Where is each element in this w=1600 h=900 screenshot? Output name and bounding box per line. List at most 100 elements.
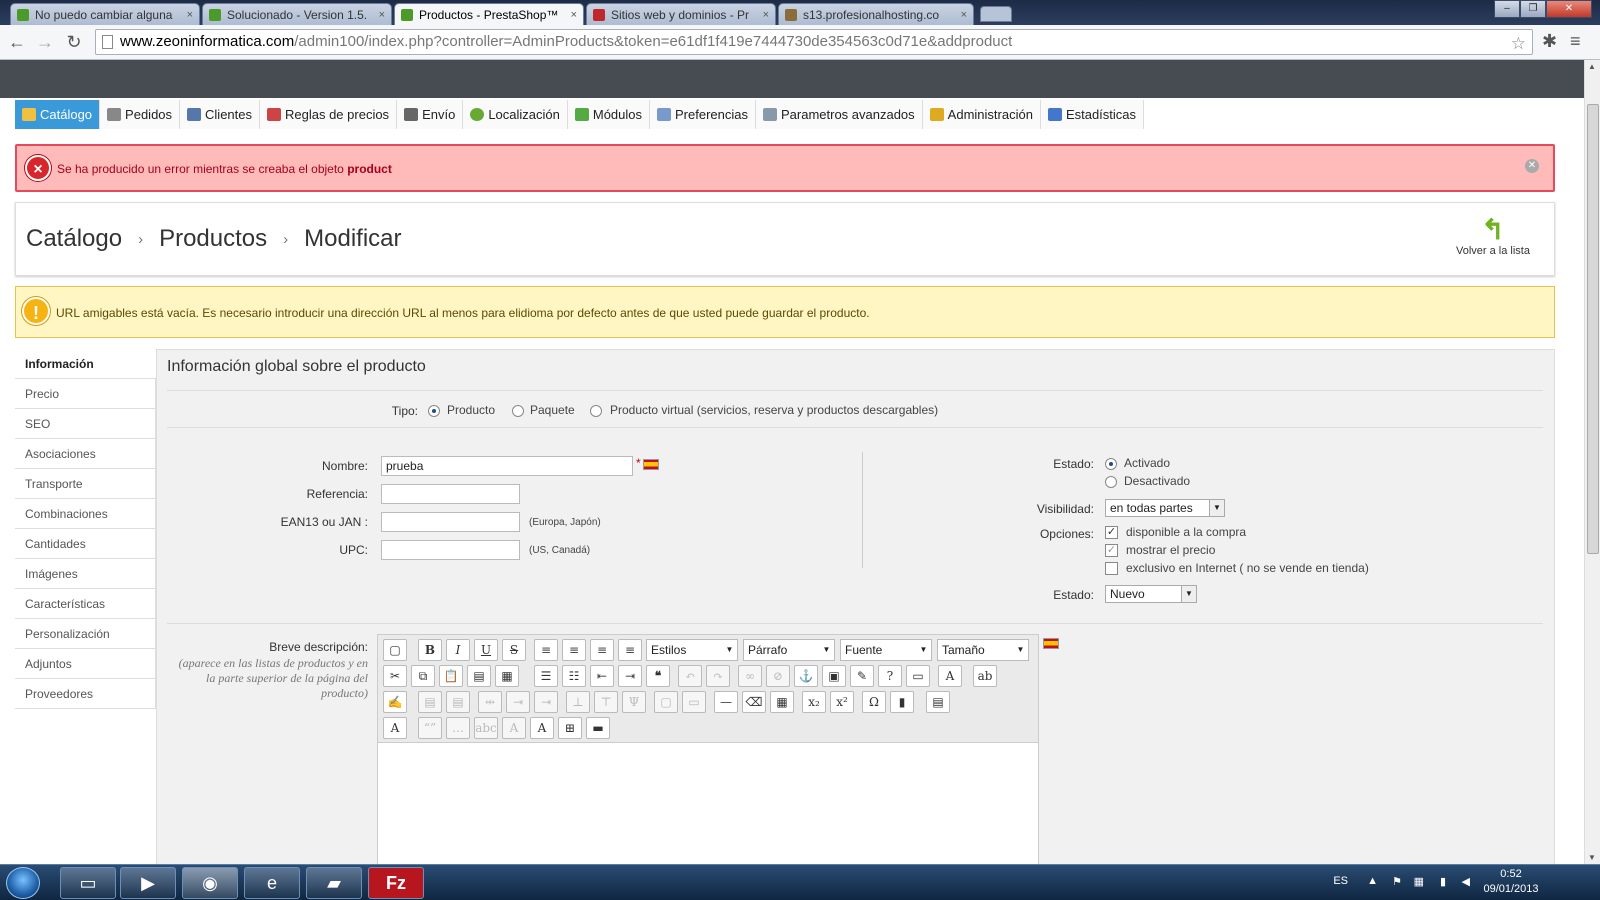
folder-icon[interactable]: ▰ — [306, 867, 362, 899]
paste-icon[interactable]: 📋 — [439, 665, 463, 687]
menu-item-envio[interactable]: Envío — [397, 100, 464, 129]
tipo-virtual-radio[interactable] — [590, 405, 602, 417]
scrollbar-thumb[interactable] — [1587, 104, 1599, 554]
page-scrollbar[interactable]: ▲ ▼ — [1584, 60, 1600, 864]
image-icon[interactable]: ▣ — [822, 665, 846, 687]
explorer-icon[interactable]: ▭ — [60, 867, 116, 899]
mostrar-precio-checkbox[interactable]: ✓ — [1105, 544, 1118, 557]
estado-activado-radio[interactable] — [1105, 458, 1117, 470]
product-tab-transporte[interactable]: Transporte — [15, 469, 156, 499]
spain-flag-icon[interactable] — [643, 459, 659, 470]
restore-icon[interactable]: ❐ — [1520, 0, 1546, 18]
paste-word-icon[interactable]: ▦ — [495, 665, 519, 687]
underline-button[interactable]: U — [474, 639, 498, 661]
product-tab-asociaciones[interactable]: Asociaciones — [15, 439, 156, 469]
paste-text-icon[interactable]: ▤ — [467, 665, 491, 687]
align-justify-icon[interactable]: ≡ — [618, 639, 642, 661]
styles-select[interactable]: Estilos ▼ — [646, 639, 738, 661]
blockquote-icon[interactable]: ❝ — [646, 665, 670, 687]
insert-media-icon[interactable]: ▭ — [906, 665, 930, 687]
product-tab-cantidades[interactable]: Cantidades — [15, 529, 156, 559]
filezilla-icon[interactable]: Fz — [368, 867, 424, 899]
product-tab-precio[interactable]: Precio — [15, 379, 156, 409]
minimize-icon[interactable]: – — [1494, 0, 1520, 18]
scroll-down-icon[interactable]: ▼ — [1588, 853, 1596, 862]
font-styles-icon[interactable]: A — [383, 717, 407, 739]
new-tab-button[interactable] — [980, 6, 1012, 22]
chrome-icon[interactable]: ◉ — [182, 867, 238, 899]
star-icon[interactable]: ☆ — [1511, 32, 1526, 54]
extension-icon[interactable]: ✱ — [1542, 31, 1557, 52]
close-icon[interactable]: ✕ — [1525, 159, 1539, 173]
redo-icon[interactable]: ↷ — [706, 665, 730, 687]
indent-icon[interactable]: ⇥ — [618, 665, 642, 687]
browser-tab-active[interactable]: Productos - PrestaShop™ × — [394, 3, 584, 25]
styleprops-icon[interactable]: ✍ — [383, 691, 407, 713]
forward-icon[interactable]: → — [34, 31, 56, 53]
table-cell-props-icon[interactable]: ▭ — [682, 691, 706, 713]
show-hidden-icons-icon[interactable]: ▲ — [1367, 875, 1378, 887]
close-tab-icon[interactable]: × — [187, 9, 193, 21]
align-center-icon[interactable]: ≡ — [562, 639, 586, 661]
browser-tab[interactable]: s13.profesionalhosting.co × — [778, 3, 974, 25]
close-tab-icon[interactable]: × — [379, 9, 385, 21]
format-select[interactable]: Párrafo ▼ — [743, 639, 835, 661]
language-indicator[interactable]: ES — [1333, 875, 1348, 887]
align-right-icon[interactable]: ≡ — [590, 639, 614, 661]
anchor-icon[interactable]: ⚓ — [794, 665, 818, 687]
spain-flag-icon[interactable] — [1043, 638, 1059, 649]
table-row-props-icon[interactable]: ▢ — [654, 691, 678, 713]
menu-item-estadisticas[interactable]: Estadísticas — [1040, 100, 1145, 129]
strikethrough-button[interactable]: S — [502, 639, 526, 661]
close-tab-icon[interactable]: × — [571, 9, 577, 21]
product-tab-combinaciones[interactable]: Combinaciones — [15, 499, 156, 529]
back-icon[interactable]: ← — [6, 31, 28, 53]
exclusivo-internet-checkbox[interactable] — [1105, 562, 1118, 575]
merge-cells-icon[interactable]: Ψ — [622, 691, 646, 713]
special-char-icon[interactable]: Ω — [862, 691, 886, 713]
back-to-list-button[interactable]: ↰ Volver a la lista — [1448, 215, 1538, 258]
horizontal-rule-icon[interactable]: — — [714, 691, 738, 713]
menu-item-modulos[interactable]: Módulos — [567, 100, 650, 129]
clock-date[interactable]: 09/01/2013 — [1476, 883, 1546, 895]
insertion-icon[interactable]: A — [530, 717, 554, 739]
delete-row-icon[interactable]: ⇹ — [478, 691, 502, 713]
split-cells-icon[interactable]: ⊤ — [594, 691, 618, 713]
outdent-icon[interactable]: ⇤ — [590, 665, 614, 687]
referencia-input[interactable] — [381, 484, 520, 504]
close-tab-icon[interactable]: × — [961, 9, 967, 21]
start-button[interactable] — [6, 867, 40, 899]
insert-col-before-icon[interactable]: ⇥ — [506, 691, 530, 713]
signal-icon[interactable]: ▮ — [1440, 875, 1446, 888]
ean13-input[interactable] — [381, 512, 520, 532]
address-bar[interactable]: www.zeoninformatica.com/admin100/index.p… — [95, 29, 1533, 55]
abbreviation-icon[interactable]: … — [446, 717, 470, 739]
bold-button[interactable]: B — [418, 639, 442, 661]
window-close-icon[interactable]: ✕ — [1546, 0, 1592, 18]
subscript-icon[interactable]: x₂ — [802, 691, 826, 713]
network-icon[interactable]: ▦ — [1414, 875, 1424, 888]
volume-icon[interactable]: ◀ — [1462, 875, 1470, 888]
menu-item-clientes[interactable]: Clientes — [180, 100, 260, 129]
media-player-icon[interactable]: ▶ — [120, 867, 176, 899]
menu-item-localizacion[interactable]: Localización — [463, 100, 568, 129]
insert-col-after-icon[interactable]: ⇥ — [534, 691, 558, 713]
flag-icon[interactable]: ⚑ — [1392, 875, 1402, 888]
unlink-icon[interactable]: ⊘ — [766, 665, 790, 687]
menu-item-catalogo[interactable]: Catálogo — [15, 100, 101, 129]
media-icon[interactable]: ▮ — [890, 691, 914, 713]
menu-item-reglas-precios[interactable]: Reglas de precios — [260, 100, 398, 129]
product-tab-imagenes[interactable]: Imágenes — [15, 559, 156, 589]
help-icon[interactable]: ? — [878, 665, 902, 687]
numbered-list-icon[interactable]: ☷ — [562, 665, 586, 687]
align-left-icon[interactable]: ≡ — [534, 639, 558, 661]
cleanup-icon[interactable]: ✎ — [850, 665, 874, 687]
insert-row-after-icon[interactable]: ▤ — [446, 691, 470, 713]
size-select[interactable]: Tamaño ▼ — [937, 639, 1029, 661]
browser-tab[interactable]: Solucionado - Version 1.5. × — [202, 3, 392, 25]
estado-desactivado-radio[interactable] — [1105, 476, 1117, 488]
menu-item-administracion[interactable]: Administración — [922, 100, 1041, 129]
new-document-icon[interactable]: ▢ — [383, 639, 407, 661]
product-tab-proveedores[interactable]: Proveedores — [15, 679, 156, 709]
product-tab-personalizacion[interactable]: Personalización — [15, 619, 156, 649]
